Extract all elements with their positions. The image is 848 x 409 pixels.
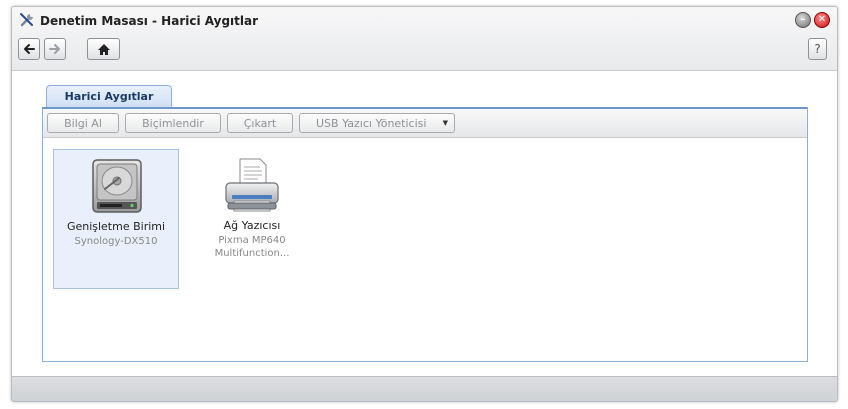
wrench-screwdriver-icon bbox=[20, 13, 33, 27]
format-button[interactable]: Biçimlendir bbox=[125, 113, 221, 133]
arrow-left-icon bbox=[24, 44, 35, 54]
device-name: Ağ Yazıcısı bbox=[223, 219, 281, 232]
control-panel-window: Denetim Masası - Harici Aygıtlar – ✕ ? H… bbox=[11, 6, 838, 402]
back-button[interactable] bbox=[18, 38, 40, 60]
hard-drive-icon bbox=[92, 159, 142, 213]
tab-external-devices[interactable]: Harici Aygıtlar bbox=[46, 85, 172, 107]
usb-printer-manager-label: USB Yazıcı Yöneticisi bbox=[316, 116, 427, 130]
window-title: Denetim Masası - Harici Aygıtlar bbox=[40, 14, 259, 28]
device-name: Genişletme Birimi bbox=[66, 220, 166, 233]
home-button[interactable] bbox=[87, 38, 120, 60]
minimize-icon[interactable]: – bbox=[795, 12, 811, 28]
device-network-printer[interactable]: Ağ Yazıcısı Pixma MP640 Multifunction... bbox=[189, 149, 315, 289]
chevron-down-icon: ▼ bbox=[442, 119, 448, 127]
get-info-button[interactable]: Bilgi Al bbox=[47, 113, 119, 133]
title-bar: Denetim Masası - Harici Aygıtlar – ✕ ? bbox=[12, 7, 837, 71]
devices-panel: Bilgi Al Biçimlendir Çıkart USB Yazıcı Y… bbox=[42, 107, 808, 362]
home-icon bbox=[97, 43, 110, 55]
devices-toolbar: Bilgi Al Biçimlendir Çıkart USB Yazıcı Y… bbox=[43, 109, 807, 138]
printer-icon bbox=[225, 158, 279, 212]
help-button[interactable]: ? bbox=[808, 38, 827, 60]
device-expansion-unit[interactable]: Genişletme Birimi Synology-DX510 bbox=[53, 149, 179, 289]
forward-button[interactable] bbox=[44, 38, 66, 60]
usb-printer-manager-dropdown[interactable]: USB Yazıcı Yöneticisi ▼ bbox=[299, 113, 455, 133]
main-content: Harici Aygıtlar Bilgi Al Biçimlendir Çık… bbox=[12, 71, 837, 376]
eject-button[interactable]: Çıkart bbox=[227, 113, 293, 133]
arrow-right-icon bbox=[49, 44, 60, 54]
device-model: Synology-DX510 bbox=[74, 236, 158, 247]
status-bar bbox=[12, 376, 837, 401]
close-icon[interactable]: ✕ bbox=[814, 12, 830, 28]
device-model: Pixma MP640 Multifunction... bbox=[214, 235, 290, 259]
device-list: Genişletme Birimi Synology-DX510 Ağ Yazı… bbox=[43, 139, 807, 359]
